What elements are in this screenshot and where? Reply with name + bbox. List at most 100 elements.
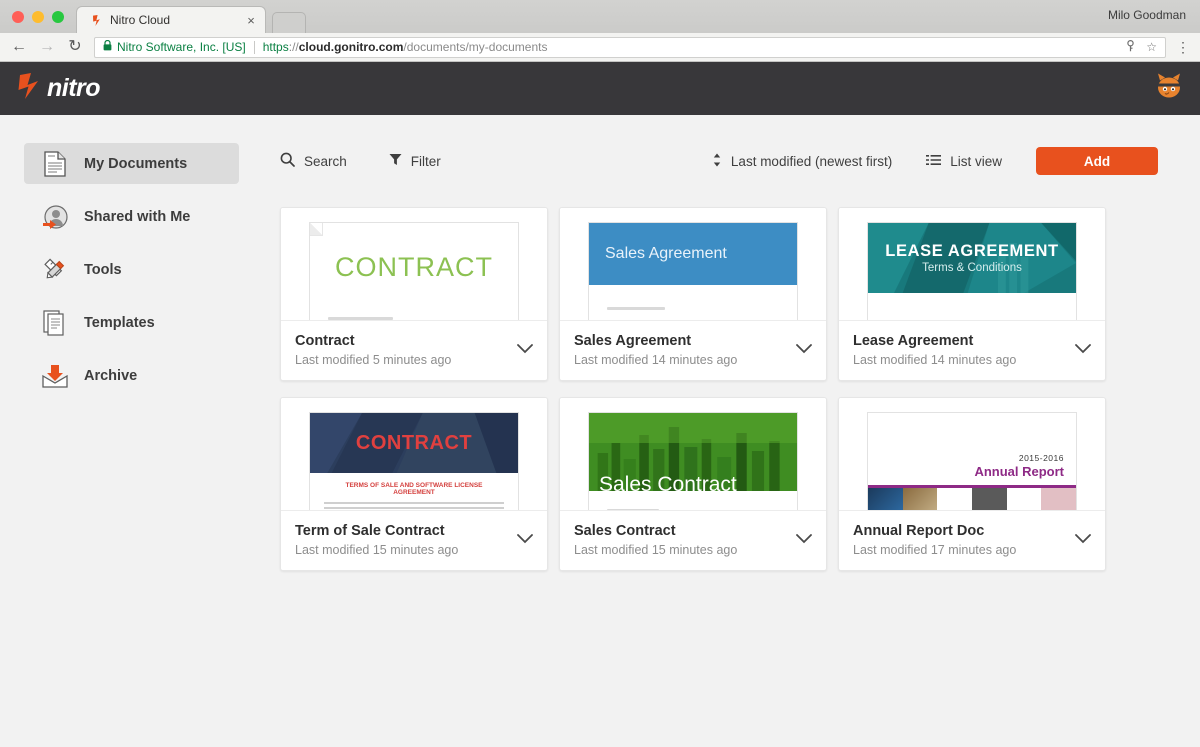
document-card-footer: Contract Last modified 5 minutes ago (281, 320, 547, 380)
avatar[interactable] (1154, 72, 1184, 105)
sidebar-item-label: Templates (84, 314, 155, 331)
thumbnail-heading: CONTRACT (335, 251, 493, 282)
search-button[interactable]: Search (280, 152, 347, 170)
browser-tab-title: Nitro Cloud (110, 13, 171, 27)
document-modified: Last modified 14 minutes ago (853, 353, 1017, 368)
document-card-texts: Lease Agreement Last modified 14 minutes… (853, 332, 1067, 367)
save-password-icon[interactable] (1125, 40, 1136, 54)
archive-box-icon (42, 363, 68, 389)
document-card-texts: Sales Contract Last modified 15 minutes … (574, 522, 788, 557)
app-header: nitro (0, 62, 1200, 115)
omnibox-divider (253, 40, 255, 54)
sidebar-item-templates[interactable]: Templates (24, 302, 239, 343)
maximize-window-button[interactable] (52, 11, 64, 23)
document-card[interactable]: Sales Agreement Sales Agreement Last mod… (559, 207, 827, 382)
shared-user-icon (42, 204, 68, 230)
thumbnail-photo-strip (868, 488, 1076, 511)
thumbnail-heading-area: CONTRACT (310, 223, 518, 311)
app-body: My Documents Shared with Me Tools Templa… (0, 115, 1200, 747)
sidebar-item-my-documents[interactable]: My Documents (24, 143, 239, 184)
thumbnail-subheading: TERMS OF SALE AND SOFTWARE LICENSE AGREE… (345, 482, 483, 497)
document-card-footer: Term of Sale Contract Last modified 15 m… (281, 510, 547, 570)
document-modified: Last modified 14 minutes ago (574, 353, 738, 368)
thumbnail-year: 2015-2016 (1018, 453, 1064, 464)
chevron-down-icon[interactable] (788, 341, 812, 359)
chrome-profile-name[interactable]: Milo Goodman (1108, 8, 1186, 22)
chevron-down-icon[interactable] (1067, 341, 1091, 359)
document-thumbnail: Sales Agreement (560, 208, 826, 320)
document-card[interactable]: CONTRACT Contract Last modified 5 minute… (280, 207, 548, 382)
thumbnail-subheading: Terms & Conditions (922, 262, 1022, 274)
reload-button[interactable]: ↻ (66, 39, 84, 55)
omnibox-actions: ☆ (1117, 40, 1157, 54)
page-fold-icon (310, 223, 323, 236)
sidebar-item-archive[interactable]: Archive (24, 355, 239, 396)
nitro-favicon-icon (89, 13, 103, 27)
sidebar-item-tools[interactable]: Tools (24, 249, 239, 290)
document-card[interactable]: Sales Contract Sales Contract Last modif… (559, 397, 827, 572)
chevron-down-icon[interactable] (788, 531, 812, 549)
document-card[interactable]: LEASE AGREEMENT Terms & Conditions Lease… (838, 207, 1106, 382)
nitro-n-mark-icon (16, 71, 42, 106)
document-card[interactable]: 2015-2016 Annual Report Annual Report Do… (838, 397, 1106, 572)
browser-tab-active[interactable]: Nitro Cloud × (76, 6, 266, 33)
thumbnail-body-lines (324, 502, 504, 510)
site-identity-label: Nitro Software, Inc. [US] (117, 40, 246, 54)
url-path: /documents/my-documents (403, 40, 548, 54)
sidebar-item-label: Archive (84, 367, 138, 384)
thumbnail-banner: CONTRACT (310, 413, 518, 474)
document-card-texts: Contract Last modified 5 minutes ago (295, 332, 509, 367)
document-title: Term of Sale Contract (295, 523, 445, 540)
nitro-logo-text: nitro (47, 74, 101, 102)
chevron-down-icon[interactable] (1067, 531, 1091, 549)
chrome-menu-icon[interactable]: ⋮ (1176, 40, 1190, 54)
filter-button[interactable]: Filter (389, 153, 441, 169)
lock-icon (103, 39, 112, 54)
sidebar-item-shared-with-me[interactable]: Shared with Me (24, 196, 239, 237)
document-modified: Last modified 15 minutes ago (574, 543, 738, 558)
document-thumbnail: LEASE AGREEMENT Terms & Conditions (839, 208, 1105, 320)
search-icon (280, 152, 295, 170)
list-view-label: List view (950, 153, 1002, 169)
minimize-window-button[interactable] (32, 11, 44, 23)
close-window-button[interactable] (12, 11, 24, 23)
documents-grid: CONTRACT Contract Last modified 5 minute… (280, 207, 1158, 572)
forward-button[interactable]: → (38, 39, 56, 55)
browser-chrome: Nitro Cloud × Milo Goodman ← → ↻ Nitro S… (0, 0, 1200, 62)
document-title: Annual Report Doc (853, 523, 985, 540)
thumbnail-banner: Sales Contract (589, 413, 797, 492)
chevron-down-icon[interactable] (509, 341, 533, 359)
chevron-down-icon[interactable] (509, 531, 533, 549)
thumbnail-banner: Sales Agreement (589, 223, 797, 285)
thumbnail-meta-lines (607, 509, 779, 511)
document-card[interactable]: CONTRACT TERMS OF SALE AND SOFTWARE LICE… (280, 397, 548, 572)
thumbnail-page: LEASE AGREEMENT Terms & Conditions (867, 222, 1077, 320)
thumbnail-heading-area: 2015-2016 Annual Report (868, 413, 1076, 479)
tools-pencil-ruler-icon (42, 257, 68, 283)
document-title: Contract (295, 333, 355, 349)
thumbnail-heading: LEASE AGREEMENT (885, 242, 1059, 260)
sidebar: My Documents Shared with Me Tools Templa… (0, 115, 265, 747)
document-thumbnail: CONTRACT (281, 208, 547, 320)
thumbnail-meta-lines (607, 307, 779, 310)
back-button[interactable]: ← (10, 39, 28, 55)
document-icon (42, 150, 68, 177)
address-bar[interactable]: Nitro Software, Inc. [US] https://cloud.… (94, 36, 1166, 58)
thumbnail-heading: Sales Contract (599, 473, 737, 492)
browser-tab-inactive[interactable] (272, 12, 306, 33)
document-modified: Last modified 5 minutes ago (295, 353, 452, 368)
url-scheme: https (262, 40, 289, 54)
nitro-logo[interactable]: nitro (16, 71, 101, 106)
sidebar-item-label: Tools (84, 261, 122, 278)
bookmark-star-icon[interactable]: ☆ (1146, 41, 1157, 53)
document-title: Sales Agreement (574, 333, 692, 349)
sort-label: Last modified (newest first) (730, 153, 893, 169)
close-tab-button[interactable]: × (243, 14, 259, 27)
list-view-toggle[interactable]: List view (926, 154, 1002, 169)
document-thumbnail: Sales Contract (560, 398, 826, 511)
document-card-footer: Annual Report Doc Last modified 17 minut… (839, 510, 1105, 570)
thumbnail-heading: Sales Agreement (605, 245, 727, 262)
add-button[interactable]: Add (1036, 147, 1158, 175)
thumbnail-banner: LEASE AGREEMENT Terms & Conditions (868, 223, 1076, 293)
sort-dropdown[interactable]: Last modified (newest first) (712, 153, 892, 170)
